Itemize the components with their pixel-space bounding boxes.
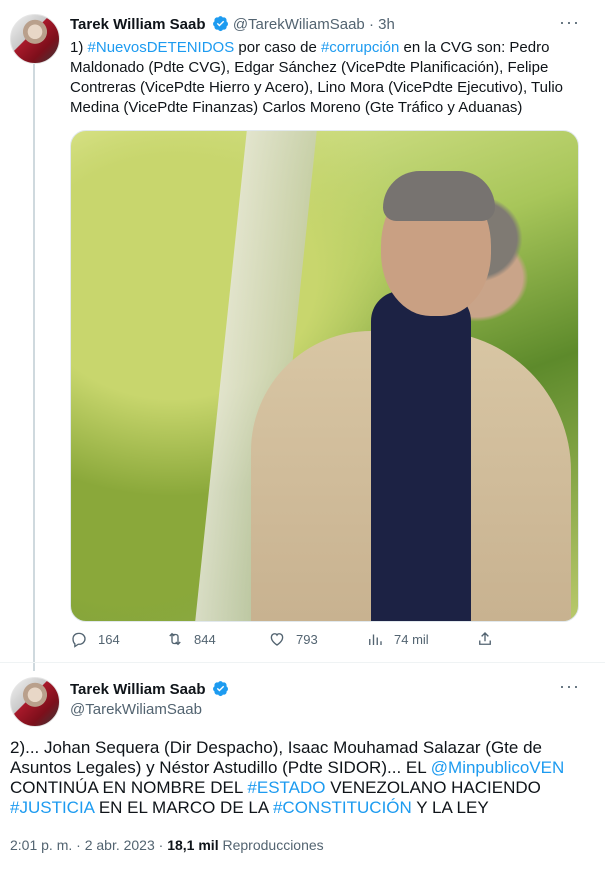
avatar[interactable] (10, 677, 60, 727)
views-button[interactable]: 74 mil (366, 630, 429, 648)
reply-button[interactable]: 164 (70, 630, 120, 648)
tweet2-text: 2)... Johan Sequera (Dir Despacho), Isaa… (10, 738, 590, 818)
photo-hair (383, 171, 495, 221)
hashtag-link[interactable]: #corrupción (321, 39, 399, 56)
tweet-meta: 2:01 p. m. · 2 abr. 2023 · 18,1 mil Repr… (10, 837, 324, 853)
hashtag-link[interactable]: #NuevosDETENIDOS (88, 39, 235, 56)
photo-shirt (371, 291, 471, 621)
tweet-photo[interactable] (70, 130, 579, 622)
thread-connector-line (33, 64, 35, 671)
meta-separator: · (158, 837, 164, 853)
tweet-text-segment: CONTINÚA EN NOMBRE DEL (10, 778, 248, 797)
tweet-text-segment: VENEZOLANO HACIENDO (325, 778, 541, 797)
retweet-count: 844 (194, 631, 216, 647)
tweet-text-segment: por caso de (234, 39, 321, 56)
reply-count: 164 (98, 631, 120, 647)
share-button[interactable] (476, 630, 494, 648)
more-icon[interactable]: ··· (559, 676, 580, 697)
reply-icon (72, 632, 86, 648)
like-button[interactable]: 793 (268, 630, 318, 648)
tweet1-actions: 164 844 793 74 mil (70, 630, 510, 654)
divider (0, 662, 605, 663)
like-icon (270, 633, 284, 646)
hashtag-link[interactable]: @MinpublicoVEN (431, 758, 564, 777)
share-icon (479, 632, 491, 645)
hashtag-link[interactable]: #CONSTITUCIÓN (273, 798, 412, 817)
tweet-text-segment: EN EL MARCO DE LA (94, 798, 273, 817)
more-icon[interactable]: ··· (559, 12, 580, 33)
tweet-timestamp[interactable]: 2:01 p. m. · 2 abr. 2023 (10, 837, 155, 853)
tweet-text-segment: 1) (70, 39, 88, 56)
author-name[interactable]: Tarek William Saab (70, 16, 205, 33)
author-handle[interactable]: @TarekWiliamSaab (233, 16, 365, 33)
views-count-total: 18,1 mil (167, 837, 219, 853)
avatar[interactable] (10, 14, 60, 64)
time-separator: · (368, 16, 374, 33)
tweet1-header: Tarek William Saab @TarekWiliamSaab · 3h (70, 15, 395, 33)
author-handle[interactable]: @TarekWiliamSaab (70, 701, 202, 718)
tweet-time[interactable]: 3h (378, 16, 395, 33)
tweet1-text: 1) #NuevosDETENIDOS por caso de #corrupc… (70, 38, 585, 118)
views-icon (369, 634, 382, 645)
author-name[interactable]: Tarek William Saab (70, 681, 205, 698)
retweet-button[interactable]: 844 (166, 630, 216, 648)
views-label: Reproducciones (222, 837, 324, 853)
retweet-icon (169, 632, 181, 646)
hashtag-link[interactable]: #ESTADO (247, 778, 325, 797)
views-count: 74 mil (394, 631, 429, 647)
like-count: 793 (296, 631, 318, 647)
verified-badge-icon (212, 681, 228, 697)
tweet2-author: Tarek William Saab (70, 680, 229, 698)
hashtag-link[interactable]: #JUSTICIA (10, 798, 94, 817)
tweet-text-segment: Y LA LEY (411, 798, 489, 817)
verified-badge-icon (212, 16, 228, 32)
